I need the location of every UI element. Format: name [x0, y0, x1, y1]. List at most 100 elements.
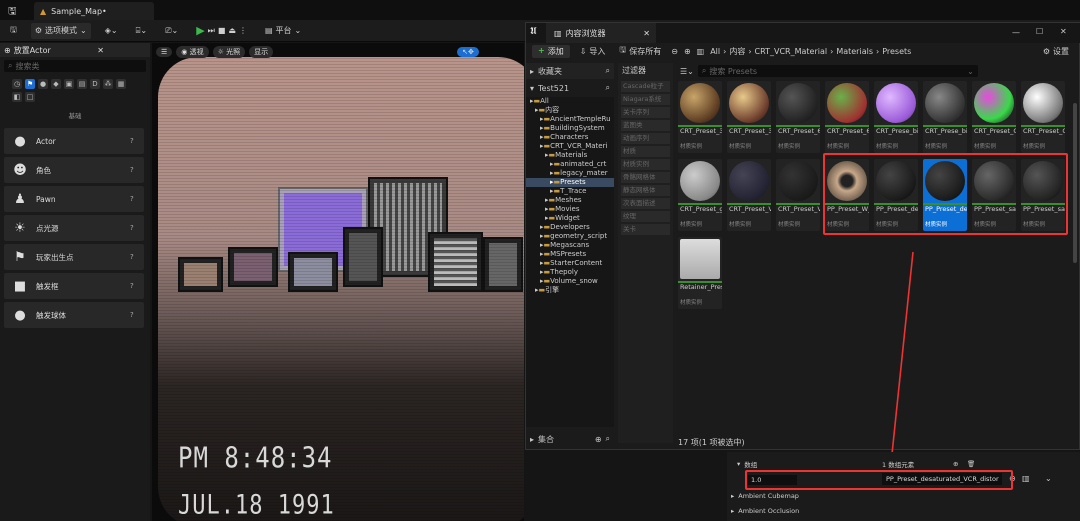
breadcrumb-item[interactable]: Materials	[836, 47, 873, 56]
more-icon[interactable]: ⋮	[239, 26, 247, 35]
asset-tile[interactable]: CRT_Preset_VCR_BnW 材质实例	[776, 159, 820, 231]
filter-item[interactable]: 关卡	[621, 224, 670, 235]
browse-icon[interactable]: ▥	[1022, 474, 1030, 483]
filter-item[interactable]: 动画序列	[621, 133, 670, 144]
folder-tree-item[interactable]: ▸▬引擎	[526, 286, 614, 295]
folder-tree-item[interactable]: ▸▬Volume_snow	[526, 277, 614, 286]
close-icon[interactable]: ✕	[97, 46, 104, 55]
help-icon[interactable]: ?	[130, 166, 144, 174]
show-button[interactable]: 显示	[249, 46, 274, 58]
lit-button[interactable]: ☼ 光照	[212, 46, 246, 58]
recent-icon[interactable]: ◷	[12, 79, 22, 89]
viewport-menu-button[interactable]: ☰	[156, 47, 173, 57]
help-icon[interactable]: ?	[130, 311, 144, 319]
asset-tile[interactable]: CRT_Prese_bit_computer 材质实例	[874, 81, 918, 153]
filter-item[interactable]: Niagara系统	[621, 94, 670, 105]
filter-item[interactable]: 关卡序列	[621, 107, 670, 118]
all-classes-icon[interactable]: ⁂	[103, 79, 113, 89]
add-content-button[interactable]: ◈⌄	[101, 23, 122, 39]
collections-header[interactable]: ▸ 集合 ⊕ ⌕	[526, 431, 614, 447]
folder-tree-item[interactable]: ▸▬Megascans	[526, 241, 614, 250]
scrollbar[interactable]	[1073, 103, 1077, 263]
maximize-icon[interactable]: ☐	[1036, 27, 1043, 36]
content-browser-tab[interactable]: ▥ 内容浏览器 ✕	[546, 23, 656, 43]
asset-tile[interactable]: CRT_Preset_320x224 材质实例	[678, 81, 722, 153]
folder-tree-item[interactable]: ▸▬Meshes	[526, 196, 614, 205]
actor-item[interactable]: ☀ 点光源?	[4, 215, 144, 241]
folder-tree-item[interactable]: ▸▬All	[526, 97, 614, 106]
filter-item[interactable]: 次表面描述	[621, 198, 670, 209]
eject-icon[interactable]: ⏏	[228, 26, 236, 35]
forward-icon[interactable]: ⊕	[684, 47, 691, 56]
stop-icon[interactable]: ■	[218, 26, 226, 35]
folder-tree-item[interactable]: ▸▬Thepoly	[526, 268, 614, 277]
folder-tree-item[interactable]: ▸▬Developers	[526, 223, 614, 232]
folder-tree-item[interactable]: ▸▬Widget	[526, 214, 614, 223]
asset-tile[interactable]: CRT_Preset_CRT_Antenna 材质实例	[972, 81, 1016, 153]
folder-tree-item[interactable]: ▸▬Materials	[526, 151, 614, 160]
mode-dropdown[interactable]: ⚙ 选项模式 ⌄	[30, 22, 91, 39]
search-icon[interactable]: ⌕	[606, 434, 610, 444]
actor-item[interactable]: ☻ 角色?	[4, 157, 144, 183]
filter-item[interactable]: 材质实例	[621, 159, 670, 170]
folder-tree-item[interactable]: ▸▬BuildingSystem	[526, 124, 614, 133]
close-icon[interactable]: ✕	[643, 29, 650, 38]
folder-tree-item[interactable]: ▸▬AncientTempleRu	[526, 115, 614, 124]
folder-tree-item[interactable]: ▸▬legacy_mater	[526, 169, 614, 178]
step-icon[interactable]: ⏭	[208, 26, 215, 36]
help-icon[interactable]: ?	[130, 282, 144, 290]
favorites-header[interactable]: ▸ 收藏夹 ⌕	[526, 63, 614, 79]
asset-tile[interactable]: CRT_Preset_green_screen 材质实例	[678, 159, 722, 231]
breadcrumb-item[interactable]: All	[710, 47, 720, 56]
actor-item[interactable]: ● Actor?	[4, 128, 144, 154]
add-element-icon[interactable]: ⊕	[953, 460, 958, 468]
ambient-occlusion-row[interactable]: ▸ Ambient Occlusion	[727, 505, 1080, 517]
trash-icon[interactable]: 🗑	[967, 460, 975, 468]
blueprint-button[interactable]: ⌸⌄	[132, 23, 152, 39]
close-window-icon[interactable]: ✕	[1060, 27, 1067, 36]
breadcrumb-item[interactable]: Presets	[882, 47, 911, 56]
filter-item[interactable]: 静态网格体	[621, 185, 670, 196]
asset-search-input[interactable]: ⌕ 搜索 Presets ⌄	[697, 65, 978, 77]
add-button[interactable]: + 添加	[532, 44, 570, 58]
minimize-icon[interactable]: —	[1012, 28, 1020, 37]
select-mode-button[interactable]: ↖✥	[457, 47, 479, 57]
asset-tile[interactable]: CRT_Prese_bit 材质实例	[923, 81, 967, 153]
help-icon[interactable]: ?	[130, 195, 144, 203]
filter-item[interactable]: 骨骼网格体	[621, 172, 670, 183]
asset-tile[interactable]: CRT_Preset_320x240 材质实例	[727, 81, 771, 153]
breadcrumb-item[interactable]: 内容	[729, 46, 745, 57]
settings-icon[interactable]: ◧	[12, 92, 22, 102]
actor-item[interactable]: ● 触发球体?	[4, 302, 144, 328]
folder-nav-icon[interactable]: ▥	[697, 47, 705, 56]
asset-tile[interactable]: CRT_Preset_640x480_2 材质实例	[825, 81, 869, 153]
add-collection-icon[interactable]: ⊕	[595, 435, 602, 444]
filter-item[interactable]: 蓝图类	[621, 120, 670, 131]
cinematic-icon[interactable]: ▣	[64, 79, 74, 89]
volume-icon[interactable]: D	[90, 79, 100, 89]
folder-tree-item[interactable]: ▸▬geometry_script	[526, 232, 614, 241]
folder-tree-item[interactable]: ▸▬内容	[526, 106, 614, 115]
map-tab[interactable]: ▲ Sample_Map•	[34, 2, 154, 20]
help-icon[interactable]: ?	[130, 253, 144, 261]
filter-item[interactable]: 纹理	[621, 211, 670, 222]
actor-item[interactable]: ♟ Pawn?	[4, 186, 144, 212]
asset-tile[interactable]: CRT_Preset_CRT_BnW 材质实例	[1021, 81, 1065, 153]
filter-icon[interactable]: ☰⌄	[680, 67, 694, 76]
save-button[interactable]: 🖫	[6, 23, 21, 39]
folder-tree-item[interactable]: ▸▬Presets	[526, 178, 614, 187]
chevron-down-icon[interactable]: ⌄	[1045, 474, 1052, 483]
help-icon[interactable]: ?	[130, 224, 144, 232]
actor-item[interactable]: ⚑ 玩家出生点?	[4, 244, 144, 270]
folder-tree-item[interactable]: ▸▬MSPresets	[526, 250, 614, 259]
settings-button[interactable]: ⚙ 设置	[1039, 43, 1073, 59]
basic-icon[interactable]: ⚑	[25, 79, 35, 89]
light-icon[interactable]: ●	[38, 79, 48, 89]
platform-button[interactable]: ▤ 平台 ⌄	[261, 23, 305, 39]
play-icon[interactable]: ▶	[196, 24, 204, 37]
asset-tile[interactable]: CRT_Preset_640x480 材质实例	[776, 81, 820, 153]
asset-tile[interactable]: Retainer_Preset 材质实例	[678, 237, 722, 309]
shapes-icon[interactable]: ◆	[51, 79, 61, 89]
folder-tree-item[interactable]: ▸▬CRT_VCR_Materi	[526, 142, 614, 151]
folder-tree-item[interactable]: ▸▬Characters	[526, 133, 614, 142]
